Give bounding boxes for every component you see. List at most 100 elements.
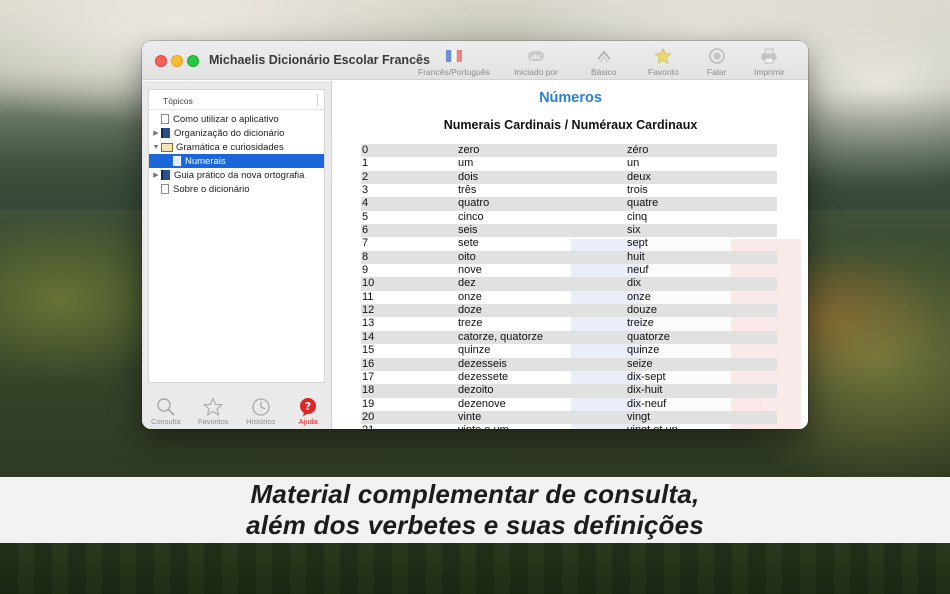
french-cell: douze <box>627 304 657 317</box>
topics-header: Tópicos <box>149 90 324 110</box>
topic-item[interactable]: ▶ Guia prático da nova ortografia <box>149 168 324 182</box>
toolbar-basic-button[interactable]: Básico <box>591 46 617 78</box>
topic-item[interactable]: Como utilizar o aplicativo <box>149 112 324 126</box>
french-cell: vingt et un <box>627 424 777 429</box>
app-window: Michaelis Dicionário Escolar Francês Fra… <box>142 41 808 429</box>
page-subtitle: Numerais Cardinais / Numéraux Cardinaux <box>443 118 698 132</box>
help-bubble-icon: ? <box>298 397 318 417</box>
book-icon <box>161 128 170 138</box>
disclosure-down-icon[interactable]: ▼ <box>151 144 161 151</box>
portuguese-cell: doze <box>458 304 482 317</box>
disclosure-right-icon[interactable]: ▶ <box>151 129 161 137</box>
numeral-cell: 18 <box>362 384 375 397</box>
topic-item[interactable]: ▼ Gramática e curiosidades <box>149 140 324 154</box>
portuguese-cell: dez <box>458 277 476 290</box>
portuguese-cell: dois <box>458 170 479 183</box>
prefix-icon: abc <box>527 46 545 66</box>
portuguese-cell: sete <box>458 237 479 250</box>
french-cell: treize <box>627 317 654 330</box>
toolbar-speak-button[interactable]: Falar <box>707 46 726 78</box>
french-cell: vingt <box>627 410 651 423</box>
numeral-cell: 9 <box>362 264 369 277</box>
zoom-window-button[interactable] <box>187 55 199 67</box>
french-cell: trois <box>627 184 648 197</box>
numeral-cell: 0 <box>362 144 369 156</box>
numeral-cell: 6 <box>362 224 369 237</box>
portuguese-cell: treze <box>458 317 483 330</box>
french-cell: sept <box>627 237 648 250</box>
french-cell: neuf <box>627 264 649 277</box>
table-row: 1 um un <box>361 157 777 170</box>
numeral-cell: 4 <box>362 197 369 210</box>
tab-favoritos[interactable]: Favoritos <box>190 393 238 429</box>
toolbar-language-button[interactable]: Francês/Português <box>418 46 490 78</box>
speaker-icon <box>709 46 725 66</box>
portuguese-cell: vinte <box>458 410 482 423</box>
numeral-cell: 8 <box>362 250 369 263</box>
disclosure-right-icon[interactable]: ▶ <box>151 171 161 179</box>
table-row: 5 cinco cinq <box>361 211 777 224</box>
numeral-cell: 13 <box>362 317 375 330</box>
printer-icon <box>760 46 778 66</box>
table-row: 16 dezesseis seize <box>361 357 777 371</box>
numeral-cell: 15 <box>362 344 375 357</box>
numeral-cell: 5 <box>362 210 369 223</box>
portuguese-cell: nove <box>458 264 482 277</box>
open-book-icon <box>161 142 173 152</box>
svg-text:abc: abc <box>531 54 542 61</box>
toolbar-print-button[interactable]: Imprimir <box>754 46 785 78</box>
topics-outline: Tópicos Como utilizar o aplicativo ▶ Org… <box>148 89 325 383</box>
french-cell: quatre <box>627 197 659 210</box>
document-icon <box>173 156 181 166</box>
table-row: 12 doze douze <box>361 304 777 318</box>
french-cell: dix-neuf <box>627 397 667 410</box>
toolbar-prefix-button[interactable]: abc Iniciado por <box>514 46 558 78</box>
numeral-cell: 19 <box>362 397 375 410</box>
tab-ajuda[interactable]: ? Ajuda <box>285 393 333 429</box>
numeral-cell: 12 <box>362 304 375 317</box>
toolbar-favorite-button[interactable]: Favorito <box>648 46 679 78</box>
table-row: 20 vinte vingt <box>361 410 777 425</box>
numeral-cell: 21 <box>361 424 458 429</box>
french-cell: onze <box>627 290 651 303</box>
portuguese-cell: catorze, quatorze <box>458 330 543 343</box>
french-cell: dix-sept <box>627 370 666 383</box>
numeral-cell: 11 <box>362 290 374 303</box>
portuguese-cell: quinze <box>458 344 491 357</box>
table-row: 8 oito huit <box>361 250 777 265</box>
background-trees <box>0 540 950 594</box>
portuguese-cell: três <box>458 184 477 197</box>
document-icon <box>161 114 169 124</box>
french-cell: zéro <box>627 144 649 156</box>
french-cell: dix <box>627 277 642 290</box>
table-row: 13 treze treize <box>361 317 777 330</box>
table-row: 14 catorze, quatorze quatorze <box>361 330 777 345</box>
topic-item[interactable]: ▶ Organização do dicionário <box>149 126 324 140</box>
table-row: 2 dois deux <box>361 170 777 185</box>
magnifier-icon <box>156 397 176 417</box>
portuguese-cell: dezessete <box>458 370 509 383</box>
close-window-button[interactable] <box>155 55 167 67</box>
french-cell: dix-huit <box>627 384 663 397</box>
tab-historico[interactable]: Histórico <box>237 393 285 429</box>
table-row: 21vinte e umvingt et un <box>361 424 777 429</box>
numeral-cell: 20 <box>362 410 375 423</box>
table-row: 7 sete sept <box>361 237 777 250</box>
numeral-cell: 3 <box>362 184 369 197</box>
window-title: Michaelis Dicionário Escolar Francês <box>209 53 430 67</box>
table-row: 6 seis six <box>361 224 777 238</box>
topic-item-selected[interactable]: Numerais <box>149 154 324 168</box>
svg-text:?: ? <box>305 400 311 413</box>
table-row: 4 quatro quatre <box>361 197 777 211</box>
portuguese-cell: quatro <box>458 197 490 210</box>
portuguese-cell: dezesseis <box>458 357 507 370</box>
numeral-cell: 16 <box>362 357 375 370</box>
minimize-window-button[interactable] <box>171 55 183 67</box>
numeral-cell: 17 <box>362 370 375 383</box>
portuguese-cell: dezoito <box>458 384 494 397</box>
topic-item[interactable]: Sobre o dicionário <box>149 182 324 196</box>
tab-consulta[interactable]: Consulta <box>142 393 190 429</box>
portuguese-cell: onze <box>458 290 482 303</box>
french-cell: seize <box>627 357 653 370</box>
portuguese-cell: oito <box>458 250 476 263</box>
